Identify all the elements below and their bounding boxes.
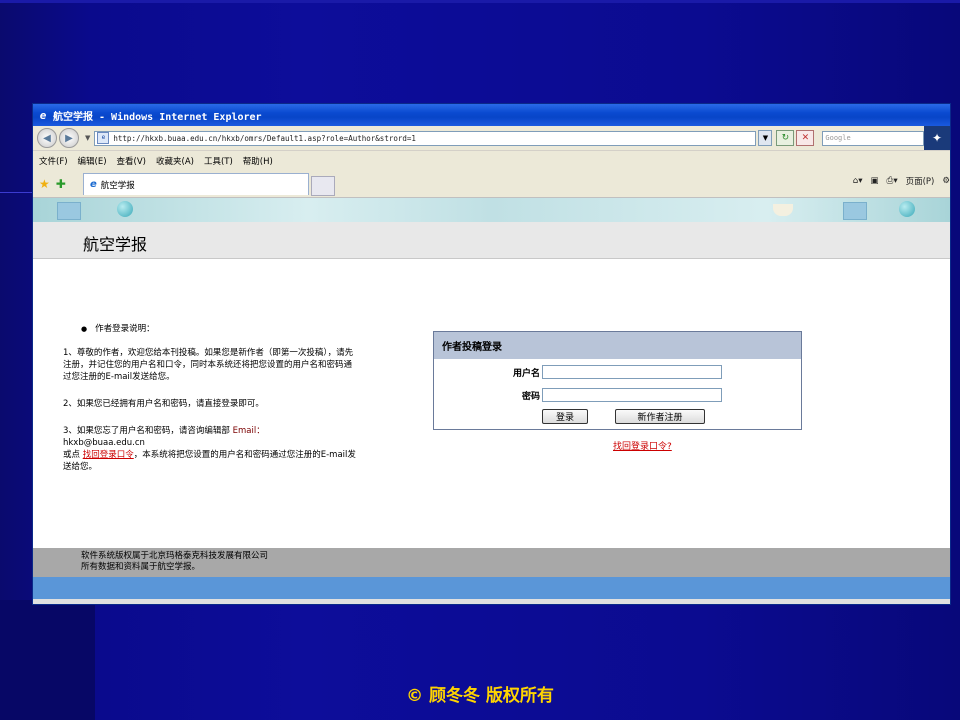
url-field[interactable]: e http://hkxb.buaa.edu.cn/hkxb/omrs/Defa… [94, 130, 757, 146]
tab-ie-icon: e [90, 179, 97, 190]
home-icon[interactable]: ⌂▾ [853, 176, 863, 186]
gear-icon[interactable]: ⚙ [942, 176, 950, 186]
menu-favorites[interactable]: 收藏夹(A) [156, 155, 194, 167]
instructions-heading: ● 作者登录说明： [81, 323, 155, 335]
search-input[interactable]: Google [822, 130, 925, 146]
site-title: 航空学报 [83, 235, 148, 254]
register-button[interactable]: 新作者注册 [615, 409, 705, 424]
slide-accent-line [0, 192, 32, 193]
url-text: http://hkxb.buaa.edu.cn/hkxb/omrs/Defaul… [113, 133, 416, 143]
menu-help[interactable]: 帮助(H) [243, 155, 273, 167]
tab-hkxb[interactable]: e 航空学报 [83, 173, 309, 195]
tab-bar: ★ ✚ e 航空学报 ⌂▾ ▣ ⎙▾ 页面(P) ⚙ [33, 171, 950, 198]
browser-window: e 航空学报 - Windows Internet Explorer ◀ ▶ ▼… [32, 103, 951, 605]
tab-label: 航空学报 [100, 180, 135, 191]
print-icon[interactable]: ⎙▾ [887, 176, 898, 186]
page-content: ● 作者登录说明： 1、尊敬的作者，欢迎您给本刊投稿。如果您是新作者（即第一次投… [33, 259, 950, 547]
site-header-banner [33, 198, 950, 222]
footer-data-line: 所有数据和资料属于航空学报。 [81, 562, 201, 572]
editorial-email: hkxb@buaa.edu.cn [63, 438, 145, 448]
history-dropdown-icon[interactable]: ▼ [85, 134, 90, 142]
login-button[interactable]: 登录 [542, 409, 588, 424]
monitor-graphic-right [843, 202, 867, 220]
footer-blue-band [33, 577, 950, 599]
instructions-p3-prefix: 3、如果您忘了用户名和密码，请咨询编辑部 [63, 426, 230, 436]
username-input[interactable] [542, 365, 722, 379]
author-instructions: ● 作者登录说明： [81, 323, 155, 335]
instructions-para-3: 3、如果您忘了用户名和密码，请咨询编辑部 Email： hkxb@buaa.ed… [63, 425, 358, 473]
feeds-icon[interactable]: ▣ [871, 176, 879, 186]
password-label: 密码 [521, 391, 540, 402]
username-label: 用户名 [512, 368, 540, 379]
windows-logo-icon: ✦ [924, 126, 950, 150]
password-row: 密码 [434, 387, 801, 403]
password-input[interactable] [542, 388, 722, 402]
globe-graphic-right [899, 201, 915, 217]
menu-file[interactable]: 文件(F) [39, 155, 68, 167]
instructions-p2-text: 2、如果您已经拥有用户名和密码，请直接登录即可。 [63, 399, 264, 409]
menu-tools[interactable]: 工具(T) [204, 155, 233, 167]
email-label: Email： [232, 426, 265, 436]
menu-bar: 文件(F) 编辑(E) 查看(V) 收藏夹(A) 工具(T) 帮助(H) [33, 151, 950, 171]
page-menu[interactable]: 页面(P) [906, 175, 935, 187]
slide-top-stripe [0, 0, 960, 3]
login-panel-heading: 作者投稿登录 [434, 332, 801, 359]
statusbar-strip [33, 599, 950, 604]
instructions-para-1: 1、尊敬的作者，欢迎您给本刊投稿。如果您是新作者（即第一次投稿），请先注册，并记… [63, 347, 358, 383]
refresh-button[interactable]: ↻ [776, 130, 795, 146]
back-button[interactable]: ◀ [37, 128, 57, 148]
instructions-heading-text: 作者登录说明： [95, 324, 155, 334]
instructions-para-2: 2、如果您已经拥有用户名和密码，请直接登录即可。 [63, 398, 358, 410]
url-dropdown-icon[interactable]: ▼ [758, 130, 773, 146]
search-placeholder: Google [825, 134, 851, 142]
favorites-star-icon[interactable]: ★ [39, 177, 50, 191]
window-title: 航空学报 - Windows Internet Explorer [53, 111, 262, 123]
footer-copyright-line: 软件系统版权属于北京玛格泰克科技发展有限公司 [81, 551, 269, 561]
menu-view[interactable]: 查看(V) [117, 155, 146, 167]
menu-edit[interactable]: 编辑(E) [78, 155, 107, 167]
command-bar: ⌂▾ ▣ ⎙▾ 页面(P) ⚙ [845, 175, 950, 187]
stop-button[interactable]: ✕ [796, 130, 815, 146]
author-login-panel: 作者投稿登录 用户名 密码 登录 新作者注册 [433, 331, 802, 430]
recover-password-inline-link[interactable]: 找回登录口令 [83, 450, 134, 460]
site-footer: 软件系统版权属于北京玛格泰克科技发展有限公司 所有数据和资料属于航空学报。 [33, 548, 950, 577]
forgot-password-link[interactable]: 找回登录口令? [613, 439, 672, 452]
window-titlebar: e 航空学报 - Windows Internet Explorer [33, 104, 950, 126]
username-row: 用户名 [434, 364, 801, 380]
globe-graphic-left [117, 201, 133, 217]
new-tab-button[interactable] [311, 176, 335, 196]
address-bar: ◀ ▶ ▼ e http://hkxb.buaa.edu.cn/hkxb/omr… [33, 126, 950, 151]
page-icon: e [97, 132, 110, 144]
site-title-band: 航空学报 [33, 222, 950, 259]
cup-graphic [773, 204, 793, 216]
ie-logo-icon: e [39, 108, 47, 122]
forward-button[interactable]: ▶ [59, 128, 79, 148]
instructions-p1-text: 1、尊敬的作者，欢迎您给本刊投稿。如果您是新作者（即第一次投稿），请先注册，并记… [63, 348, 354, 382]
add-favorites-icon[interactable]: ✚ [56, 177, 66, 191]
instructions-p3-or: 或点 [63, 450, 81, 460]
bullet-icon: ● [81, 325, 88, 333]
slide-copyright: © 顾冬冬 版权所有 [406, 686, 554, 706]
monitor-graphic-left [57, 202, 81, 220]
